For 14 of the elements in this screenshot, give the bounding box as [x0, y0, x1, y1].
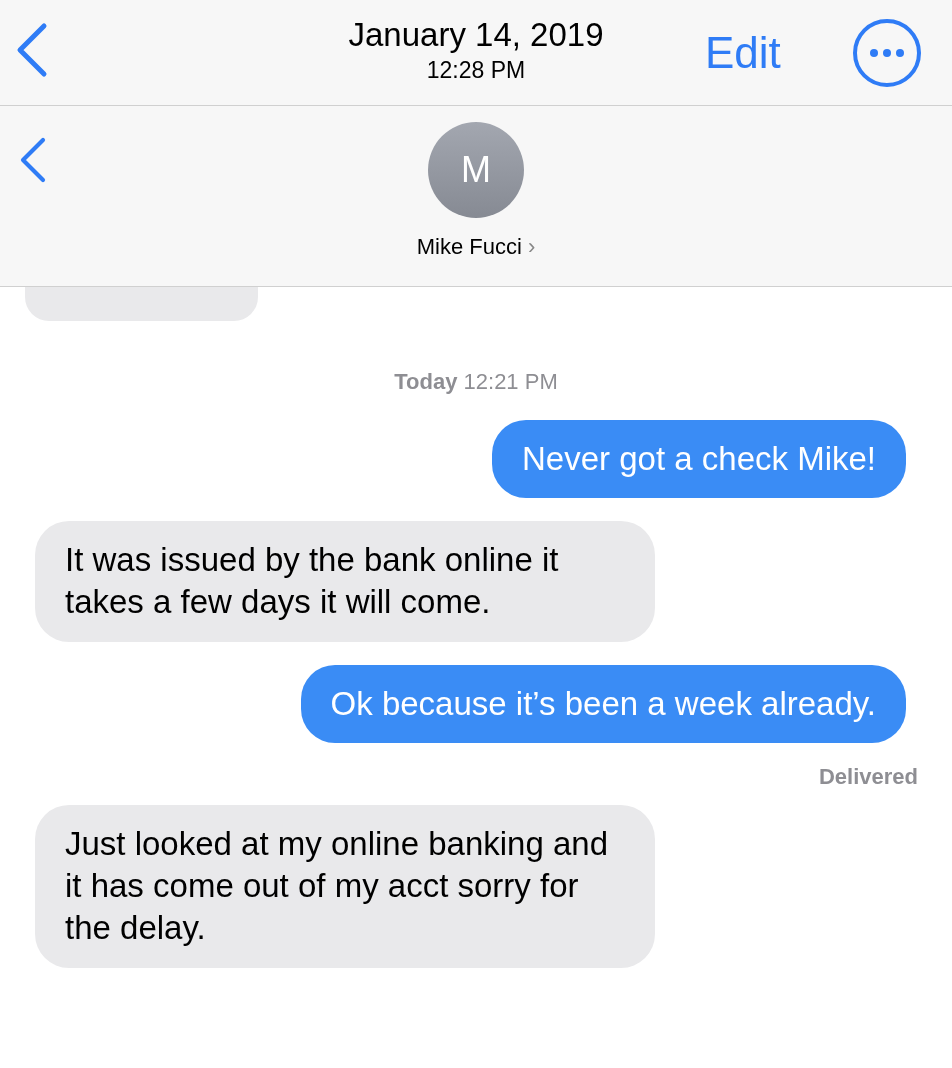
timestamp: Today 12:21 PM	[393, 368, 559, 396]
contact-name[interactable]: Mike Fucci	[416, 234, 522, 259]
edit-button[interactable]: Edit	[705, 20, 781, 86]
time-text: 12:28 PM	[426, 56, 526, 86]
message-bubble: Never got a check Mike!	[492, 420, 906, 499]
chevron-icon[interactable]: ›	[527, 234, 536, 259]
more-icon[interactable]	[852, 18, 922, 88]
message-bubble: Ok because it’s been a week already.	[300, 664, 906, 743]
message-bubble: It was issued by the bank online it takes a few days it will come.	[35, 521, 655, 642]
back-icon[interactable]	[18, 136, 48, 184]
date-title: January 14, 2019	[348, 17, 604, 54]
message-bubble: Just looked at my online banking and it has come out of my acct sorry for the delay.	[35, 804, 655, 968]
avatar[interactable]: M	[428, 122, 524, 218]
delivery-status: Delivered	[817, 762, 918, 791]
